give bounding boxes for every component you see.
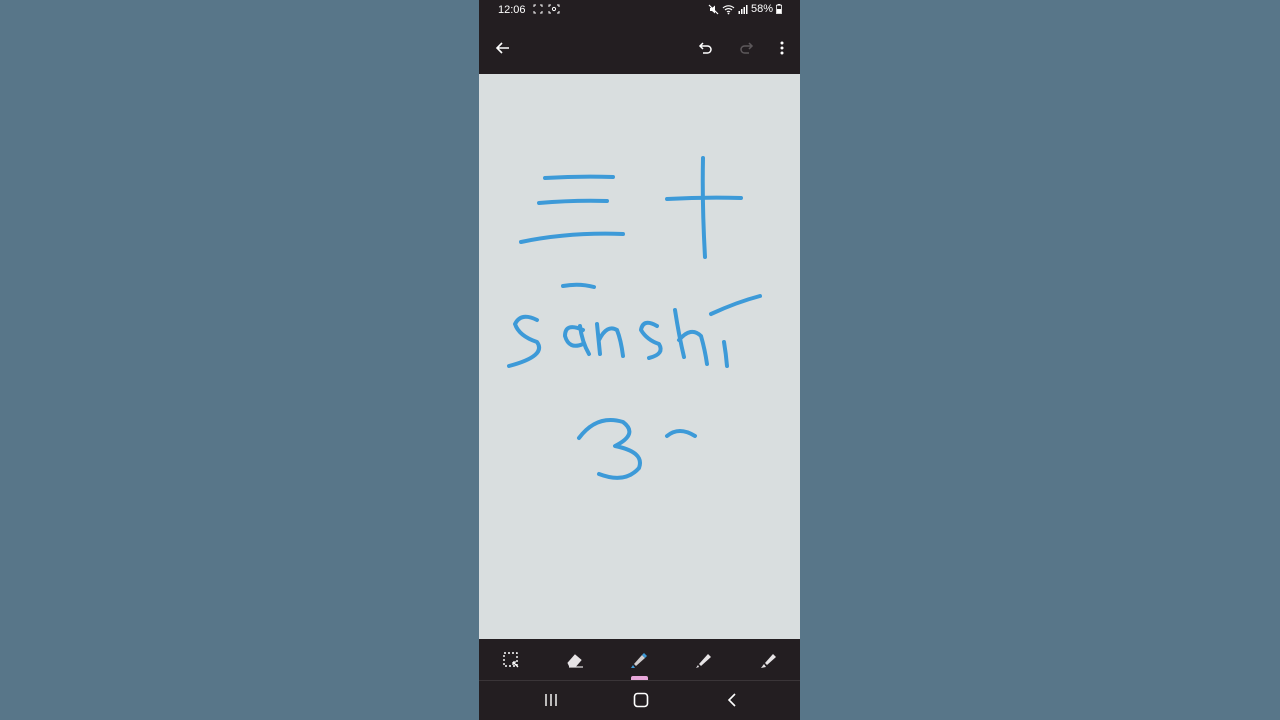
status-time: 12:06 [498,4,526,16]
stroke-i [722,340,729,368]
undo-icon [698,42,712,54]
lasso-select-icon [503,652,519,668]
marker-icon [761,654,776,668]
pen-toolbar [479,639,800,681]
undo-button[interactable] [694,36,718,60]
home-button[interactable] [629,688,653,712]
nav-back-button[interactable] [720,688,744,712]
phone-screen: 12:06 58% [479,0,800,720]
recent-apps-button[interactable] [539,688,563,712]
pen-button[interactable] [692,648,716,672]
back-arrow-icon [495,42,509,54]
signal-icon [738,5,748,14]
back-button[interactable] [491,36,515,60]
drawing-canvas[interactable] [479,74,800,639]
stroke-n [595,322,625,358]
stroke-san-1 [543,174,615,180]
marker-button[interactable] [757,648,781,672]
status-bar: 12:06 58% [479,0,800,22]
stroke-san-3 [519,231,625,244]
screen-record-icon [548,4,560,14]
eraser-button[interactable] [563,648,587,672]
pen-icon [696,654,711,668]
status-left-icons [533,3,560,15]
more-options-button[interactable] [770,36,794,60]
status-right: 58% [708,3,782,15]
stroke-s2 [639,320,663,360]
stroke-three [577,418,642,480]
screenshot-icon [533,4,543,14]
home-icon [633,692,649,708]
redo-icon [740,42,754,54]
battery-icon [776,4,782,14]
battery-percent: 58% [750,3,773,15]
more-vert-icon [780,41,784,55]
stroke-i-macron [709,294,762,316]
stroke-h [673,308,709,366]
mute-icon [708,4,719,14]
system-nav-bar [479,680,800,720]
stroke-shi-2 [700,156,707,259]
app-bar [479,22,800,74]
handwriting-strokes [507,156,762,480]
redo-button[interactable] [734,36,758,60]
stroke-dash [665,429,697,438]
stroke-san-2 [537,198,609,205]
stroke-a [563,324,591,356]
stroke-macron [561,282,596,289]
stroke-s [507,314,541,368]
highlighter-button[interactable] [627,648,651,672]
lasso-select-button[interactable] [499,648,523,672]
nav-back-icon [727,693,736,707]
eraser-icon [567,654,583,668]
wifi-icon [722,4,735,14]
highlighter-icon [631,653,647,668]
recent-apps-icon [545,694,557,706]
